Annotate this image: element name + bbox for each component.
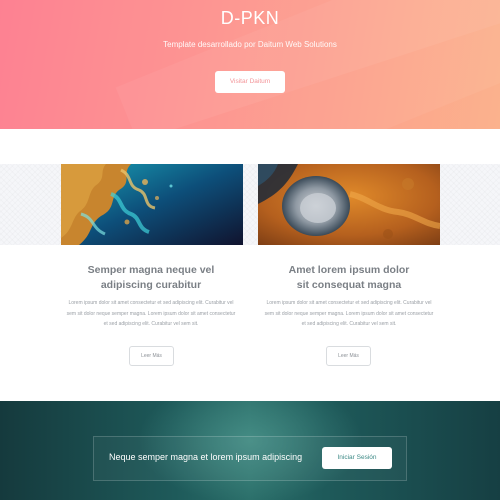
read-more-button-1[interactable]: Leer Más [129, 346, 174, 366]
login-button[interactable]: Iniciar Sesión [322, 447, 392, 469]
feature-heading-1-line2: adipiscing curabitur [100, 279, 202, 291]
read-more-button-2[interactable]: Leer Más [326, 346, 371, 366]
feature-text-1-line3: et sed adipiscing elit. Curabitur vel se… [103, 321, 199, 327]
feature-image-crater [258, 164, 440, 245]
feature-text-2-line1: Lorem ipsum dolor sit amet consectetur e… [266, 300, 432, 306]
feature-heading-2-line2: sit consequat magna [296, 279, 402, 291]
feature-text-1-line1: Lorem ipsum dolor sit amet consectetur e… [68, 300, 234, 306]
feature-text-1: Lorem ipsum dolor sit amet consectetur e… [51, 298, 251, 330]
site-subtitle: Template desarrollado por Daitum Web Sol… [163, 40, 337, 49]
cta-text: Neque semper magna et lorem ipsum adipis… [109, 452, 303, 462]
visit-daitum-button[interactable]: Visitar Daitum [215, 71, 285, 93]
feature-text-2-line2: sem sit dolor neque semper magna. Lorem … [264, 310, 434, 317]
hero-banner: D-PKN Template desarrollado por Daitum W… [0, 0, 500, 129]
feature-image-coast [61, 164, 243, 245]
feature-text-2: Lorem ipsum dolor sit amet consectetur e… [249, 298, 449, 330]
feature-heading-2-line1: Amet lorem ipsum dolor [288, 264, 410, 276]
site-title: D-PKN [220, 8, 280, 28]
feature-text-2-line3: et sed adipiscing elit. Curabitur vel se… [301, 321, 397, 327]
feature-heading-1: Semper magna neque vel adipiscing curabi… [51, 263, 251, 293]
feature-heading-2: Amet lorem ipsum dolor sit consequat mag… [249, 263, 449, 293]
feature-text-1-line2: sem sit dolor neque semper magna. Lorem … [66, 310, 236, 317]
feature-heading-1-line1: Semper magna neque vel [87, 264, 215, 276]
